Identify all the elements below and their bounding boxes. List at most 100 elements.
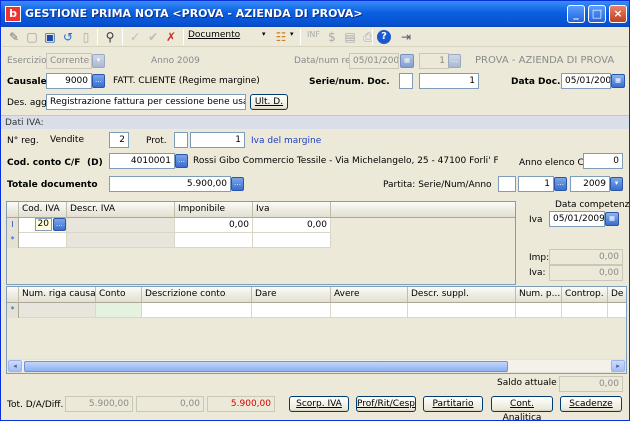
iva-cod-lookup-icon[interactable]: …	[53, 218, 66, 231]
num-reg-lookup-icon[interactable]: …	[448, 54, 461, 68]
partita-anno-field[interactable]: 2009	[570, 176, 610, 192]
conti-col-de[interactable]: De	[608, 287, 626, 303]
list-dropdown-icon[interactable]: ▾	[290, 30, 294, 38]
open-icon[interactable]: ▢	[24, 29, 40, 45]
undo-icon[interactable]: ↺	[60, 29, 76, 45]
iva-competenza-calendar-icon[interactable]: ▦	[605, 212, 619, 226]
prof-rit-cesp-button[interactable]: Prof/Rit/Cesp	[356, 396, 416, 412]
partita-lookup-icon[interactable]: …	[554, 177, 567, 191]
help-icon[interactable]: ?	[377, 30, 391, 44]
uncheck-icon[interactable]: ✗	[163, 29, 179, 45]
causale-description: FATT. CLIENTE (Regime margine)	[109, 73, 289, 89]
conti-grid-corner	[7, 287, 19, 303]
causale-code-field[interactable]: 9000	[46, 73, 92, 89]
dollar-icon[interactable]: $	[324, 29, 340, 45]
num-reg-field[interactable]: 1	[419, 53, 449, 69]
iva-imponibile-cell[interactable]: 0,00	[175, 218, 253, 233]
conti-col-num-riga[interactable]: Num. riga causale	[19, 287, 96, 303]
conti-col-descr-suppl[interactable]: Descr. suppl.	[408, 287, 516, 303]
calc-icon[interactable]: ▤	[342, 29, 358, 45]
iva-margine-label: Iva del margine	[251, 136, 322, 146]
iva-col-descr[interactable]: Descr. IVA	[67, 202, 175, 218]
anno-elenco-label: Anno elenco CF	[519, 158, 589, 168]
partitario-button[interactable]: Partitario	[423, 396, 483, 412]
iva-cod-cell[interactable]: 20	[34, 218, 52, 231]
totale-lookup-icon[interactable]: …	[231, 177, 244, 191]
conti-col-controp[interactable]: Controp.	[562, 287, 608, 303]
print-icon[interactable]: ⎙	[360, 29, 376, 45]
causale-lookup-icon[interactable]: …	[92, 74, 105, 88]
documento-dropdown-icon[interactable]: ▾	[262, 30, 266, 38]
delete-icon[interactable]: ▯	[78, 29, 94, 45]
conti-col-dare[interactable]: Dare	[252, 287, 331, 303]
conti-new-avere-cell[interactable]	[331, 303, 408, 318]
data-doc-calendar-icon[interactable]: ▦	[611, 74, 625, 88]
table-row[interactable]: 20 …	[19, 218, 67, 233]
scroll-right-icon[interactable]: ▸	[611, 360, 625, 372]
partita-anno-dropdown-icon[interactable]: ▾	[610, 177, 623, 191]
iva-new-row-marker[interactable]: *	[7, 233, 19, 248]
conti-col-descrizione[interactable]: Descrizione conto	[142, 287, 252, 303]
prot-serie-field[interactable]	[174, 132, 188, 148]
save-icon[interactable]: ▣	[42, 29, 58, 45]
data-reg-calendar-icon[interactable]: ▦	[400, 54, 414, 68]
check-icon[interactable]: ✓	[127, 29, 143, 45]
info-button[interactable]: INF	[307, 30, 320, 39]
cont-analitica-button[interactable]: Cont. Analitica	[491, 396, 553, 420]
minimize-button[interactable]: _	[567, 5, 585, 23]
des-agg-field[interactable]: Registrazione fattura per cessione bene …	[46, 94, 246, 110]
data-doc-field[interactable]: 05/01/2009	[561, 73, 611, 89]
list-icon[interactable]: ☷	[273, 29, 289, 45]
iva-col-imponibile[interactable]: Imponibile	[175, 202, 253, 218]
partita-num-field[interactable]: 1	[518, 176, 554, 192]
conti-col-avere[interactable]: Avere	[331, 287, 408, 303]
conto-lookup-icon[interactable]: …	[175, 154, 188, 168]
title-bar[interactable]: b GESTIONE PRIMA NOTA <PROVA - AZIENDA D…	[1, 1, 629, 27]
conti-new-num-p-cell[interactable]	[516, 303, 562, 318]
scroll-thumb[interactable]	[24, 361, 508, 372]
conti-horizontal-scrollbar[interactable]: ◂ ▸	[7, 359, 626, 373]
scroll-left-icon[interactable]: ◂	[8, 360, 22, 372]
conti-new-dare-cell[interactable]	[252, 303, 331, 318]
partita-serie-field[interactable]	[498, 176, 516, 192]
conti-new-de-cell[interactable]	[608, 303, 626, 318]
esercizio-field[interactable]: Corrente	[46, 53, 92, 69]
registro-num-field[interactable]: 2	[109, 132, 129, 148]
iva-new-imponibile-cell[interactable]	[175, 233, 253, 248]
ult-d-button[interactable]: Ult. D.	[250, 94, 288, 110]
iva-col-cod[interactable]: Cod. IVA	[19, 202, 67, 218]
data-reg-field[interactable]: 05/01/2009	[349, 53, 399, 69]
maximize-button[interactable]: □	[588, 5, 606, 23]
toolbar-separator	[300, 29, 301, 45]
anno-elenco-field[interactable]: 0	[583, 153, 623, 169]
iva-new-iva-cell[interactable]	[253, 233, 331, 248]
search-icon[interactable]: ⚲	[102, 29, 118, 45]
conti-col-num-p[interactable]: Num. p...	[516, 287, 562, 303]
iva-row-marker[interactable]: I	[7, 218, 19, 233]
exit-icon[interactable]: ⇥	[398, 29, 414, 45]
conti-new-descr-suppl-cell[interactable]	[408, 303, 516, 318]
conti-new-controp-cell[interactable]	[562, 303, 608, 318]
totale-field[interactable]: 5.900,00	[109, 176, 231, 192]
scorp-iva-button[interactable]: Scorp. IVA	[289, 396, 349, 412]
close-button[interactable]: ×	[609, 5, 627, 23]
conto-code-field[interactable]: 4010001	[109, 153, 175, 169]
iva-iva-cell[interactable]: 0,00	[253, 218, 331, 233]
num-doc-field[interactable]: 1	[419, 73, 479, 89]
conti-new-conto-cell[interactable]	[96, 303, 142, 318]
iva-tot-field: 0,00	[549, 265, 623, 281]
conti-new-descrizione-cell[interactable]	[142, 303, 252, 318]
new-icon[interactable]: ✎	[6, 29, 22, 45]
documento-menu[interactable]: Documento	[188, 30, 240, 40]
conti-new-row-marker[interactable]: *	[7, 303, 19, 318]
prot-field[interactable]: 1	[190, 132, 245, 148]
scadenze-button[interactable]: Scadenze	[560, 396, 622, 412]
serie-doc-field[interactable]	[399, 73, 413, 89]
conti-col-conto[interactable]: Conto	[96, 287, 142, 303]
check-all-icon[interactable]: ✔	[145, 29, 161, 45]
esercizio-dropdown-icon[interactable]: ▾	[92, 54, 105, 68]
iva-new-cod-cell[interactable]	[19, 233, 67, 248]
iva-competenza-field[interactable]: 05/01/2009	[549, 211, 605, 227]
iva-col-iva[interactable]: Iva	[253, 202, 331, 218]
app-icon[interactable]: b	[5, 6, 21, 22]
